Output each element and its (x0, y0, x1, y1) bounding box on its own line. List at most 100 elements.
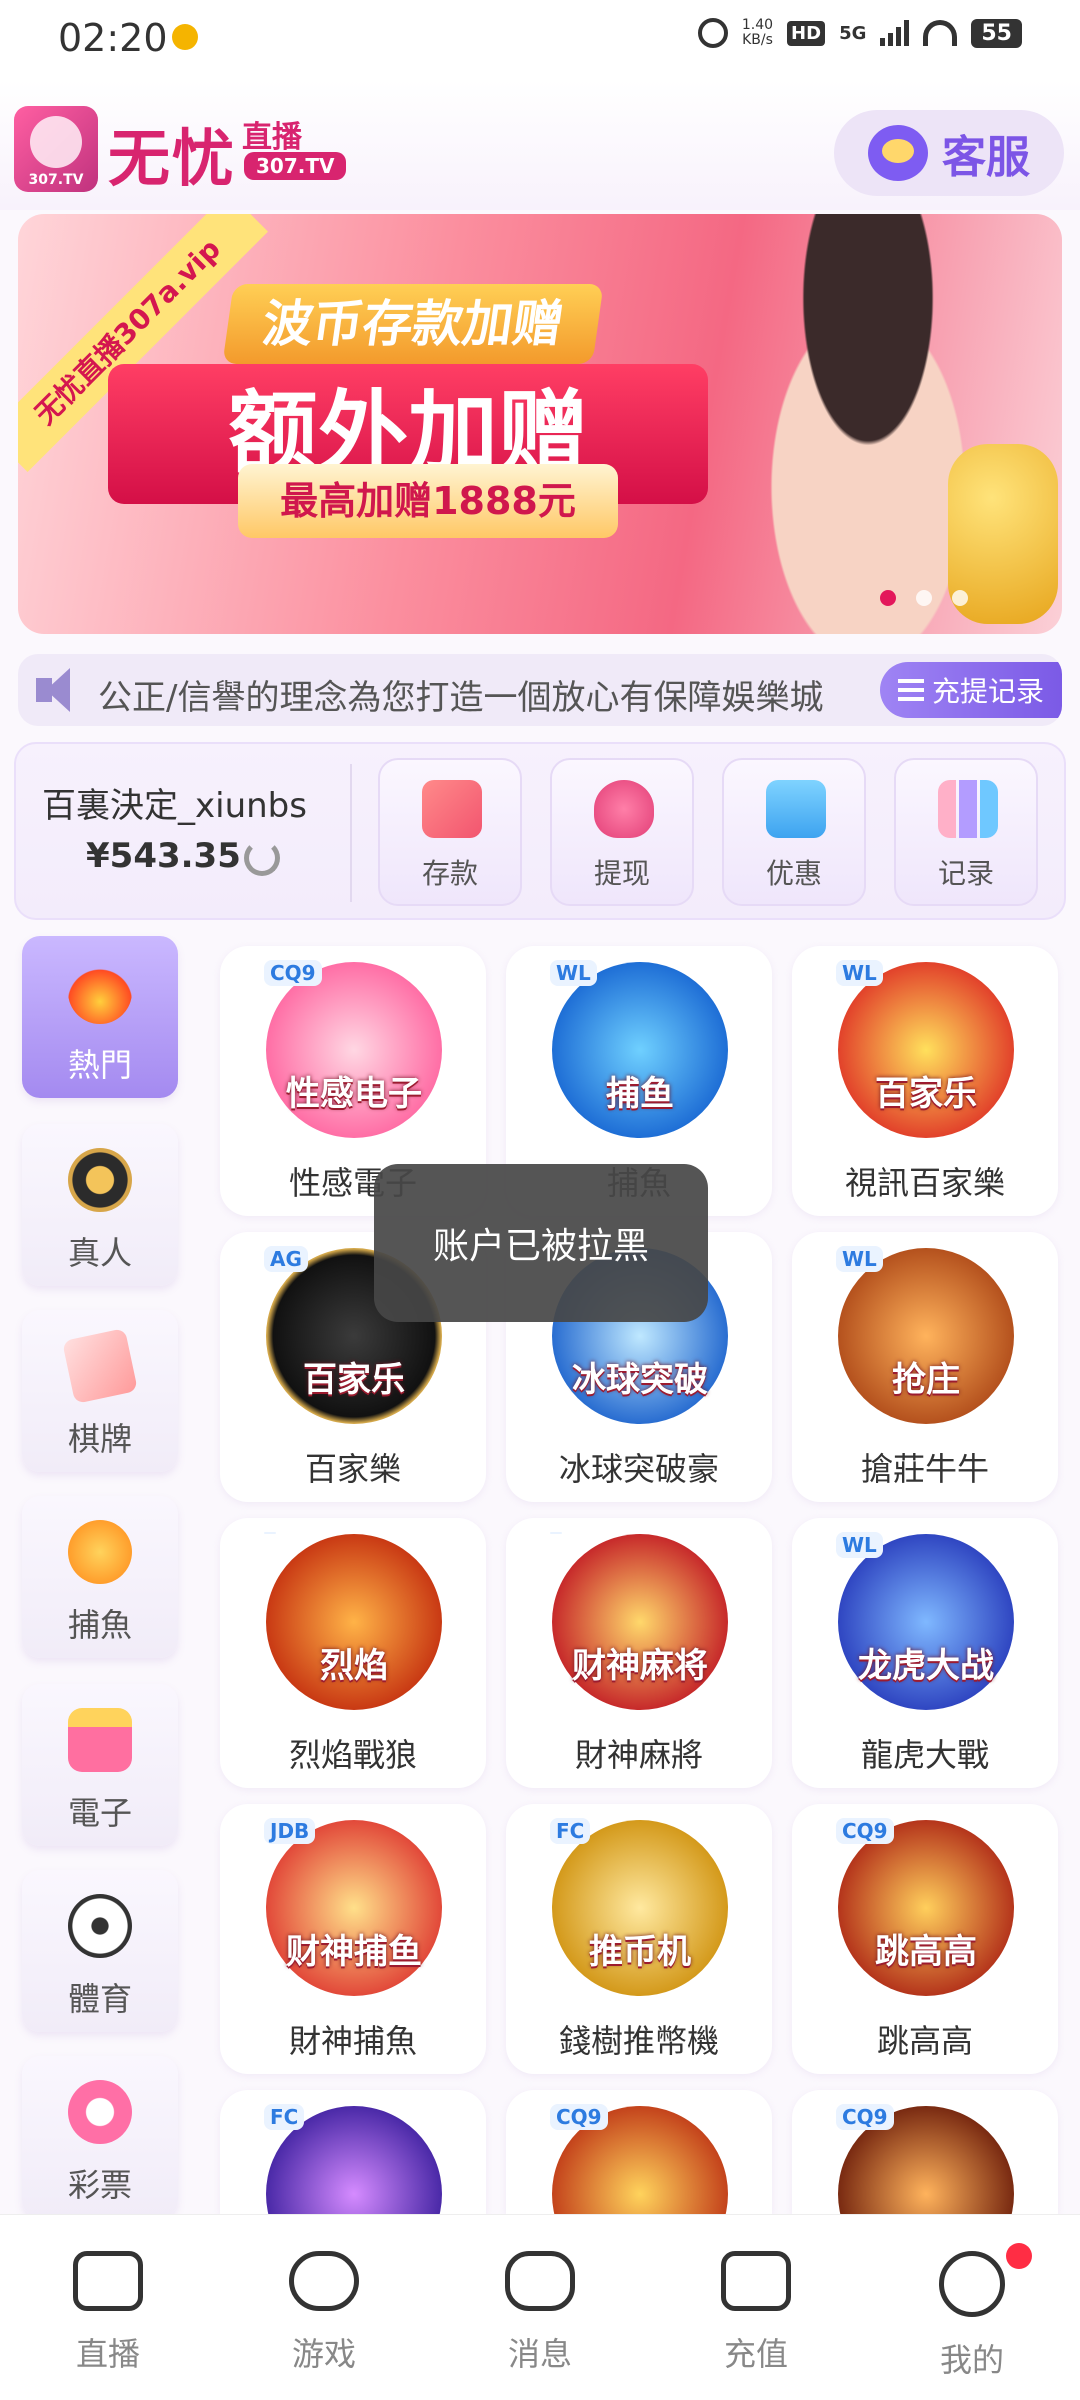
game-art-text: 跳高高 (875, 1932, 977, 1972)
status-indicators: 1.40 KB/s HD 5G 55 (697, 18, 1022, 48)
game-title: 跳高高 (876, 2022, 973, 2060)
refresh-icon[interactable] (244, 840, 280, 876)
game-title: 龍虎大戰 (860, 1736, 989, 1774)
signal-icon (880, 20, 910, 46)
game-tile[interactable]: FC (220, 2090, 486, 2214)
nav-label: 游戏 (291, 2335, 356, 2373)
provider-badge: WL (836, 1532, 883, 1558)
battery-icon: 55 (971, 18, 1022, 48)
game-tile[interactable]: FC 推币机 錢樹推幣機 (506, 1804, 772, 2074)
game-art-text: 冰球突破 (572, 1360, 708, 1400)
poker-chip-icon (68, 1148, 132, 1212)
fire-icon (68, 960, 132, 1024)
provider-badge: CQ9 (836, 2104, 894, 2130)
status-bar: 02:20 1.40 KB/s HD 5G 55 (0, 0, 1080, 80)
game-tile[interactable]: CQ9 (792, 2090, 1058, 2214)
notification-badge (1006, 2243, 1032, 2269)
game-art-text: 烈焰 (320, 1646, 388, 1686)
nav-label: 直播 (75, 2335, 140, 2373)
category-label: 真人 (67, 1234, 132, 1272)
app-header: 307.TV 无忧 直播 307.TV 客服 (0, 80, 1080, 210)
transaction-record-button[interactable]: 充提记录 (880, 662, 1062, 718)
provider-badge: WL (550, 960, 597, 986)
banner-subtitle: 最高加赠1888元 (238, 464, 618, 538)
game-title: 搶莊牛牛 (860, 1450, 989, 1488)
logo-title: 无忧 (108, 122, 237, 195)
game-tile[interactable]: WL 龙虎大战 龍虎大戰 (792, 1518, 1058, 1788)
game-title: 財神捕魚 (288, 2022, 417, 2060)
carousel-dot[interactable] (916, 590, 932, 606)
customer-service-button[interactable]: 客服 (834, 110, 1064, 196)
wifi-icon (923, 20, 958, 46)
game-art-text: 百家乐 (875, 1074, 977, 1114)
game-tile[interactable]: 烈焰 烈焰戰狼 (220, 1518, 486, 1788)
toast-message: 账户已被拉黑 (374, 1164, 708, 1322)
promotion-button[interactable]: 优惠 (722, 758, 866, 906)
provider-badge: WL (836, 960, 883, 986)
provider-badge: CQ9 (836, 1818, 894, 1844)
category-hot[interactable]: 熱門 (22, 936, 178, 1098)
status-time: 02:20 (58, 16, 168, 60)
category-live[interactable]: 真人 (22, 1124, 178, 1286)
category-lottery[interactable]: 彩票 (22, 2056, 178, 2218)
carousel-dot[interactable] (952, 590, 968, 606)
game-tile[interactable]: WL 百家乐 視訊百家樂 (792, 946, 1058, 1216)
category-label: 電子 (67, 1794, 132, 1832)
list-icon (897, 679, 924, 701)
nav-recharge[interactable]: 充值 (676, 2251, 836, 2375)
record-label: 记录 (937, 857, 994, 890)
game-art-text: 财神捕鱼 (286, 1932, 422, 1972)
game-title: 視訊百家樂 (844, 1164, 1005, 1202)
network-type: 5G (839, 22, 867, 44)
game-tile[interactable]: CQ9 跳高高 跳高高 (792, 1804, 1058, 2074)
transaction-record-label: 充提记录 (931, 675, 1044, 708)
game-tile[interactable]: JDB 财神捕鱼 財神捕魚 (220, 1804, 486, 2074)
category-card[interactable]: 棋牌 (22, 1310, 178, 1472)
username: 百裏決定_xiunbs (42, 786, 307, 826)
logo-icon: 307.TV (14, 106, 98, 192)
nav-label: 我的 (939, 2341, 1004, 2379)
category-slots[interactable]: 電子 (22, 1684, 178, 1846)
divider (350, 764, 352, 902)
provider-badge: JDB (264, 1818, 316, 1844)
withdraw-button[interactable]: 提现 (550, 758, 694, 906)
deposit-label: 存款 (421, 857, 478, 890)
record-button[interactable]: 记录 (894, 758, 1038, 906)
game-tile[interactable]: WL 抢庄 搶莊牛牛 (792, 1232, 1058, 1502)
nav-label: 消息 (507, 2335, 572, 2373)
category-fishing[interactable]: 捕魚 (22, 1496, 178, 1658)
game-art-text: 龙虎大战 (858, 1646, 994, 1686)
deposit-button[interactable]: 存款 (378, 758, 522, 906)
category-label: 棋牌 (67, 1420, 132, 1458)
category-sports[interactable]: 體育 (22, 1870, 178, 2032)
carousel-indicator (880, 590, 968, 606)
nav-games[interactable]: 游戏 (244, 2251, 404, 2375)
game-tile[interactable]: 财神麻将 財神麻將 (506, 1518, 772, 1788)
game-art-text: 性感电子 (286, 1074, 422, 1114)
logo-badge-text: 307.TV (28, 172, 84, 188)
chat-icon (505, 2251, 575, 2311)
nav-messages[interactable]: 消息 (460, 2251, 620, 2375)
gift-icon (766, 780, 826, 838)
soccer-ball-icon (68, 1894, 132, 1958)
category-label: 捕魚 (67, 1606, 132, 1644)
promo-banner[interactable]: 无忧直播307a.vip 额外加赠 波币存款加赠 最高加赠1888元 (18, 214, 1062, 634)
provider-badge: FC (264, 2104, 305, 2130)
nav-profile[interactable]: 我的 (892, 2243, 1052, 2381)
account-card: 百裏決定_xiunbs ¥543.35 存款 提现 优惠 记录 (14, 742, 1066, 920)
carousel-dot[interactable] (880, 590, 896, 606)
network-speed-unit: KB/s (742, 32, 773, 48)
alarm-icon (697, 18, 728, 48)
account-actions: 存款 提现 优惠 记录 (378, 758, 1038, 906)
game-tile[interactable]: CQ9 (506, 2090, 772, 2214)
nav-live[interactable]: 直播 (28, 2251, 188, 2375)
card-icon (422, 780, 482, 838)
provider-badge: CQ9 (550, 2104, 608, 2130)
notification-icon (172, 24, 198, 50)
announcement-marquee: 公正/信譽的理念為您打造一個放心有保障娛樂城 充提记录 (18, 654, 1062, 726)
money-bag-icon (594, 780, 654, 838)
promotion-label: 优惠 (765, 857, 822, 890)
banner-title: 波币存款加赠 (222, 284, 604, 364)
bar-chart-icon (938, 780, 998, 838)
announcement-text: 公正/信譽的理念為您打造一個放心有保障娛樂城 (98, 678, 824, 718)
